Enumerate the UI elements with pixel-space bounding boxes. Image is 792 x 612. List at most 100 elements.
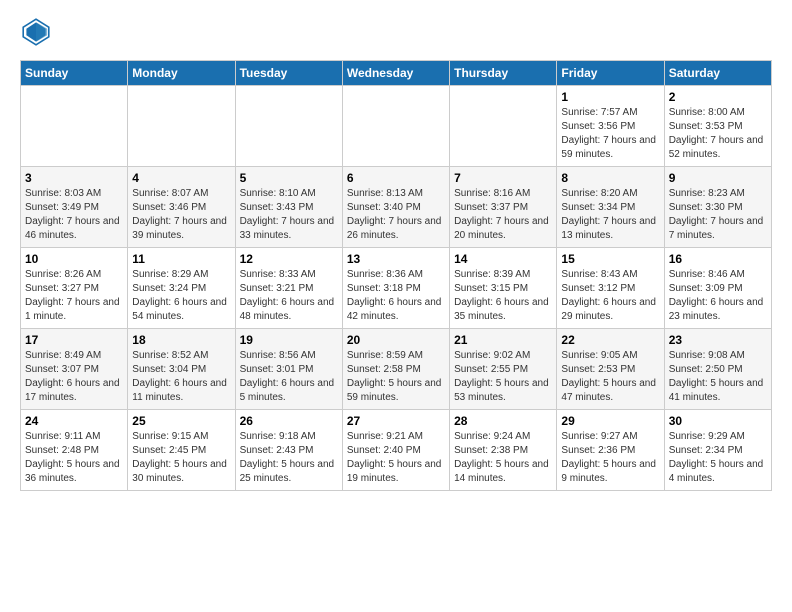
day-number: 26 xyxy=(240,414,338,428)
calendar-week: 10Sunrise: 8:26 AM Sunset: 3:27 PM Dayli… xyxy=(21,248,772,329)
day-number: 13 xyxy=(347,252,445,266)
day-info: Sunrise: 8:43 AM Sunset: 3:12 PM Dayligh… xyxy=(561,268,659,324)
day-info: Sunrise: 9:15 AM Sunset: 2:45 PM Dayligh… xyxy=(132,430,230,486)
weekday-header: Saturday xyxy=(664,61,771,86)
day-info: Sunrise: 8:20 AM Sunset: 3:34 PM Dayligh… xyxy=(561,187,659,243)
day-info: Sunrise: 8:39 AM Sunset: 3:15 PM Dayligh… xyxy=(454,268,552,324)
calendar-cell: 5 Sunrise: 8:10 AM Sunset: 3:43 PM Daylig… xyxy=(235,167,342,248)
calendar-cell: 9 Sunrise: 8:23 AM Sunset: 3:30 PM Daylig… xyxy=(664,167,771,248)
calendar-cell xyxy=(128,86,235,167)
day-number: 3 xyxy=(25,171,123,185)
calendar-cell: 21 Sunrise: 9:02 AM Sunset: 2:55 PM Dayli… xyxy=(450,329,557,410)
day-number: 18 xyxy=(132,333,230,347)
calendar-cell: 25 Sunrise: 9:15 AM Sunset: 2:45 PM Dayli… xyxy=(128,410,235,491)
day-info: Sunrise: 8:59 AM Sunset: 2:58 PM Dayligh… xyxy=(347,349,445,405)
calendar-cell: 16Sunrise: 8:46 AM Sunset: 3:09 PM Dayli… xyxy=(664,248,771,329)
day-info: Sunrise: 8:07 AM Sunset: 3:46 PM Dayligh… xyxy=(132,187,230,243)
calendar-week: 1 Sunrise: 7:57 AM Sunset: 3:56 PM Daylig… xyxy=(21,86,772,167)
day-number: 24 xyxy=(25,414,123,428)
day-number: 9 xyxy=(669,171,767,185)
day-number: 27 xyxy=(347,414,445,428)
day-number: 25 xyxy=(132,414,230,428)
calendar: SundayMondayTuesdayWednesdayThursdayFrid… xyxy=(20,60,772,491)
day-info: Sunrise: 8:29 AM Sunset: 3:24 PM Dayligh… xyxy=(132,268,230,324)
calendar-cell: 4 Sunrise: 8:07 AM Sunset: 3:46 PM Daylig… xyxy=(128,167,235,248)
weekday-header: Wednesday xyxy=(342,61,449,86)
calendar-cell: 22Sunrise: 9:05 AM Sunset: 2:53 PM Dayli… xyxy=(557,329,664,410)
calendar-cell: 30 Sunrise: 9:29 AM Sunset: 2:34 PM Dayli… xyxy=(664,410,771,491)
day-number: 14 xyxy=(454,252,552,266)
calendar-cell: 3Sunrise: 8:03 AM Sunset: 3:49 PM Daylig… xyxy=(21,167,128,248)
day-number: 20 xyxy=(347,333,445,347)
calendar-cell xyxy=(342,86,449,167)
day-info: Sunrise: 9:05 AM Sunset: 2:53 PM Dayligh… xyxy=(561,349,659,405)
day-info: Sunrise: 8:13 AM Sunset: 3:40 PM Dayligh… xyxy=(347,187,445,243)
day-number: 8 xyxy=(561,171,659,185)
day-number: 23 xyxy=(669,333,767,347)
weekday-header: Sunday xyxy=(21,61,128,86)
calendar-cell: 29Sunrise: 9:27 AM Sunset: 2:36 PM Dayli… xyxy=(557,410,664,491)
calendar-cell xyxy=(450,86,557,167)
day-info: Sunrise: 9:21 AM Sunset: 2:40 PM Dayligh… xyxy=(347,430,445,486)
weekday-header: Friday xyxy=(557,61,664,86)
calendar-cell: 6Sunrise: 8:13 AM Sunset: 3:40 PM Daylig… xyxy=(342,167,449,248)
day-info: Sunrise: 9:02 AM Sunset: 2:55 PM Dayligh… xyxy=(454,349,552,405)
calendar-cell: 28 Sunrise: 9:24 AM Sunset: 2:38 PM Dayli… xyxy=(450,410,557,491)
day-number: 15 xyxy=(561,252,659,266)
day-number: 29 xyxy=(561,414,659,428)
day-info: Sunrise: 8:16 AM Sunset: 3:37 PM Dayligh… xyxy=(454,187,552,243)
day-info: Sunrise: 8:36 AM Sunset: 3:18 PM Dayligh… xyxy=(347,268,445,324)
calendar-cell: 15 Sunrise: 8:43 AM Sunset: 3:12 PM Dayli… xyxy=(557,248,664,329)
day-info: Sunrise: 7:57 AM Sunset: 3:56 PM Dayligh… xyxy=(561,106,659,162)
day-info: Sunrise: 9:08 AM Sunset: 2:50 PM Dayligh… xyxy=(669,349,767,405)
calendar-header: SundayMondayTuesdayWednesdayThursdayFrid… xyxy=(21,61,772,86)
calendar-cell: 10Sunrise: 8:26 AM Sunset: 3:27 PM Dayli… xyxy=(21,248,128,329)
calendar-cell: 11 Sunrise: 8:29 AM Sunset: 3:24 PM Dayli… xyxy=(128,248,235,329)
day-number: 11 xyxy=(132,252,230,266)
calendar-cell xyxy=(21,86,128,167)
day-info: Sunrise: 8:00 AM Sunset: 3:53 PM Dayligh… xyxy=(669,106,767,162)
day-number: 7 xyxy=(454,171,552,185)
weekday-header: Monday xyxy=(128,61,235,86)
day-number: 28 xyxy=(454,414,552,428)
day-number: 5 xyxy=(240,171,338,185)
day-info: Sunrise: 9:24 AM Sunset: 2:38 PM Dayligh… xyxy=(454,430,552,486)
calendar-cell: 18Sunrise: 8:52 AM Sunset: 3:04 PM Dayli… xyxy=(128,329,235,410)
day-number: 2 xyxy=(669,90,767,104)
calendar-cell: 14 Sunrise: 8:39 AM Sunset: 3:15 PM Dayli… xyxy=(450,248,557,329)
calendar-cell: 27 Sunrise: 9:21 AM Sunset: 2:40 PM Dayli… xyxy=(342,410,449,491)
day-number: 1 xyxy=(561,90,659,104)
weekday-header: Tuesday xyxy=(235,61,342,86)
day-number: 10 xyxy=(25,252,123,266)
day-number: 4 xyxy=(132,171,230,185)
calendar-cell: 19Sunrise: 8:56 AM Sunset: 3:01 PM Dayli… xyxy=(235,329,342,410)
calendar-cell: 17Sunrise: 8:49 AM Sunset: 3:07 PM Dayli… xyxy=(21,329,128,410)
day-info: Sunrise: 9:18 AM Sunset: 2:43 PM Dayligh… xyxy=(240,430,338,486)
day-info: Sunrise: 8:10 AM Sunset: 3:43 PM Dayligh… xyxy=(240,187,338,243)
day-info: Sunrise: 9:11 AM Sunset: 2:48 PM Dayligh… xyxy=(25,430,123,486)
calendar-week: 17Sunrise: 8:49 AM Sunset: 3:07 PM Dayli… xyxy=(21,329,772,410)
logo-icon xyxy=(20,16,52,48)
calendar-cell: 23 Sunrise: 9:08 AM Sunset: 2:50 PM Dayli… xyxy=(664,329,771,410)
day-info: Sunrise: 9:29 AM Sunset: 2:34 PM Dayligh… xyxy=(669,430,767,486)
calendar-cell: 1 Sunrise: 7:57 AM Sunset: 3:56 PM Daylig… xyxy=(557,86,664,167)
logo xyxy=(20,16,56,48)
day-number: 21 xyxy=(454,333,552,347)
day-number: 30 xyxy=(669,414,767,428)
calendar-cell: 12Sunrise: 8:33 AM Sunset: 3:21 PM Dayli… xyxy=(235,248,342,329)
header-row: SundayMondayTuesdayWednesdayThursdayFrid… xyxy=(21,61,772,86)
calendar-body: 1 Sunrise: 7:57 AM Sunset: 3:56 PM Daylig… xyxy=(21,86,772,491)
calendar-cell: 13 Sunrise: 8:36 AM Sunset: 3:18 PM Dayli… xyxy=(342,248,449,329)
day-info: Sunrise: 8:23 AM Sunset: 3:30 PM Dayligh… xyxy=(669,187,767,243)
day-number: 19 xyxy=(240,333,338,347)
calendar-cell: 26 Sunrise: 9:18 AM Sunset: 2:43 PM Dayli… xyxy=(235,410,342,491)
header xyxy=(20,16,772,48)
day-number: 17 xyxy=(25,333,123,347)
calendar-cell: 2 Sunrise: 8:00 AM Sunset: 3:53 PM Daylig… xyxy=(664,86,771,167)
calendar-cell xyxy=(235,86,342,167)
calendar-week: 24 Sunrise: 9:11 AM Sunset: 2:48 PM Dayli… xyxy=(21,410,772,491)
calendar-cell: 20 Sunrise: 8:59 AM Sunset: 2:58 PM Dayli… xyxy=(342,329,449,410)
calendar-cell: 7 Sunrise: 8:16 AM Sunset: 3:37 PM Daylig… xyxy=(450,167,557,248)
day-info: Sunrise: 8:46 AM Sunset: 3:09 PM Dayligh… xyxy=(669,268,767,324)
weekday-header: Thursday xyxy=(450,61,557,86)
